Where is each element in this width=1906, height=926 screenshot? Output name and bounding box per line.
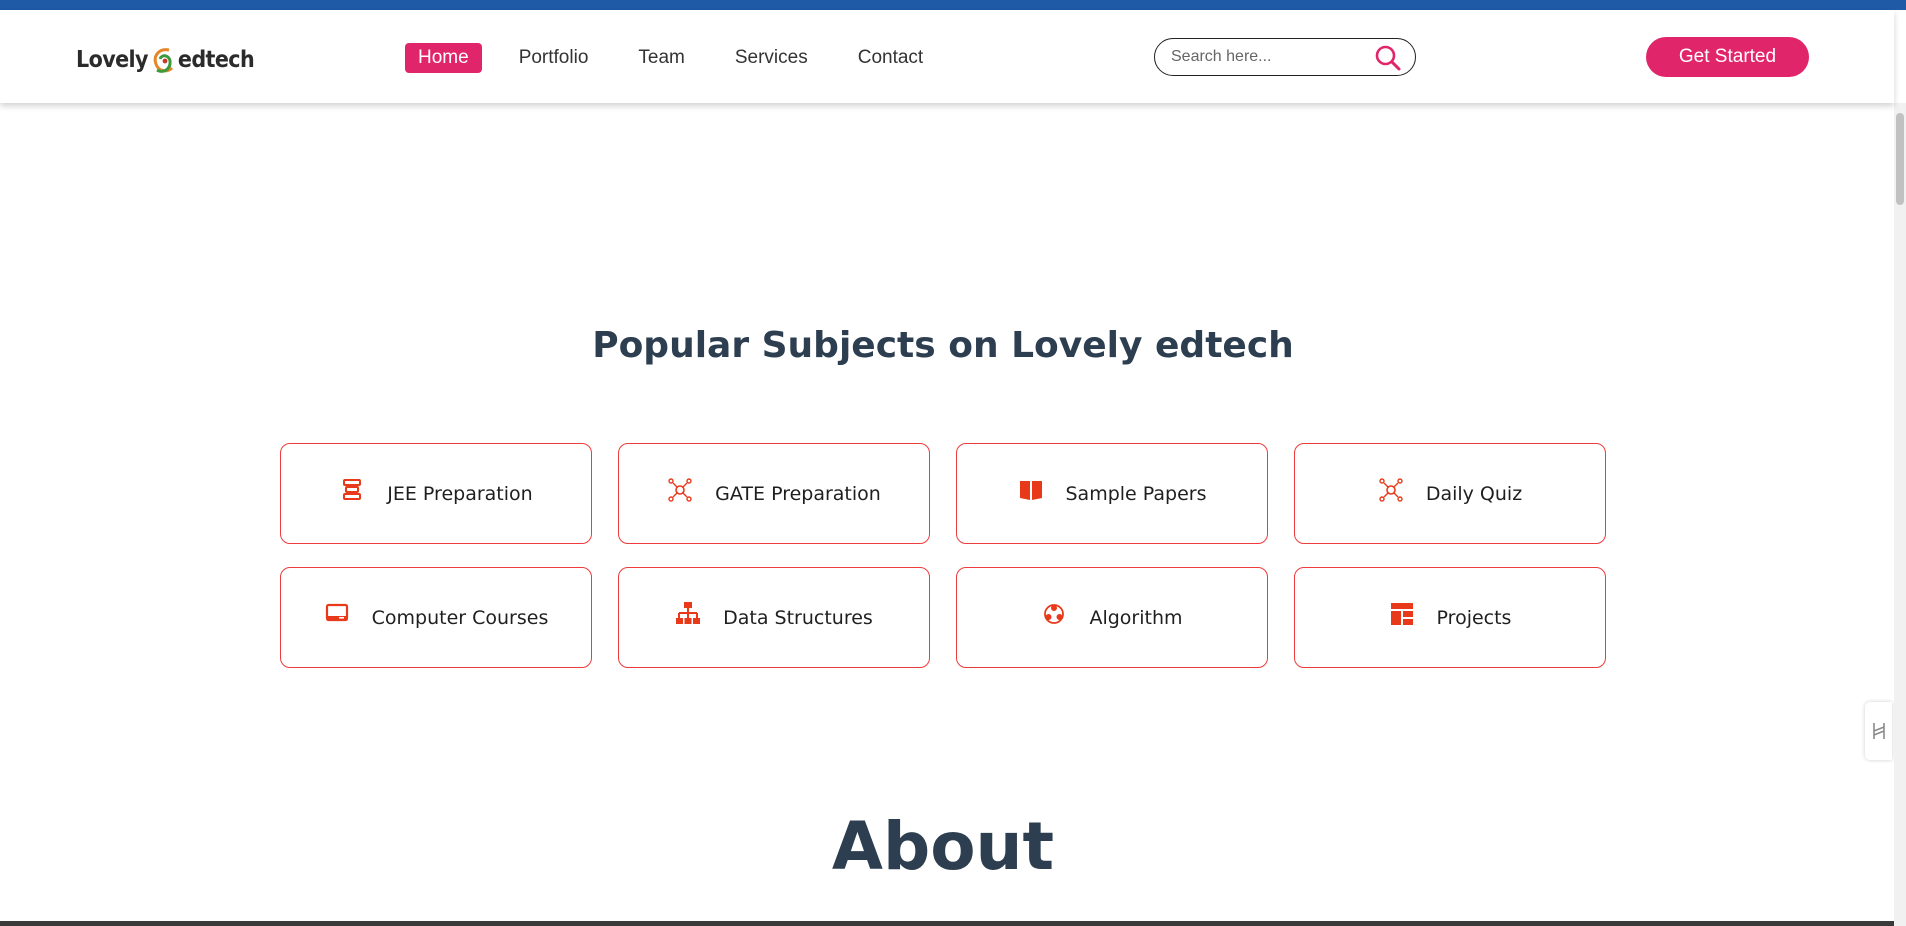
logo[interactable]: Lovely edtech (76, 40, 255, 80)
scrollbar-thumb[interactable] (1896, 113, 1904, 205)
main-nav: Home Portfolio Team Services Contact (405, 43, 973, 73)
subject-card-gate[interactable]: GATE Preparation (618, 443, 930, 544)
search-input[interactable] (1169, 47, 1373, 67)
nav-contact[interactable]: Contact (858, 43, 923, 73)
subject-card-computer-courses[interactable]: Computer Courses (280, 567, 592, 668)
subject-label: Computer Courses (371, 606, 549, 629)
site-header: Lovely edtech Home Portfolio Team Servic… (0, 10, 1894, 103)
subject-label: Daily Quiz (1425, 482, 1523, 505)
side-widget-toggle[interactable] (1865, 702, 1892, 760)
cluster-icon (1044, 603, 1065, 624)
subject-card-projects[interactable]: Projects (1294, 567, 1606, 668)
laptop-icon (325, 603, 348, 621)
sitemap-icon (676, 601, 701, 624)
nav-home[interactable]: Home (405, 43, 482, 73)
nav-services[interactable]: Services (735, 43, 808, 73)
top-accent-strip (0, 0, 1906, 10)
subject-label: Data Structures (723, 606, 873, 629)
network-icon (1379, 477, 1403, 502)
subject-label: GATE Preparation (715, 482, 881, 505)
scrollbar[interactable] (1894, 103, 1906, 926)
logo-text-left: Lovely (76, 47, 149, 73)
subject-label: Sample Papers (1065, 482, 1207, 505)
layout-icon (1390, 602, 1413, 625)
collapse-icon (1872, 723, 1885, 739)
subject-card-sample-papers[interactable]: Sample Papers (956, 443, 1268, 544)
book-icon (1019, 480, 1042, 500)
stack-icon (343, 478, 362, 500)
subject-card-data-structures[interactable]: Data Structures (618, 567, 930, 668)
nav-team[interactable]: Team (638, 43, 684, 73)
search-box (1154, 38, 1416, 76)
subject-label: Projects (1436, 606, 1512, 629)
search-icon[interactable] (1374, 44, 1402, 72)
about-title: About (831, 808, 1055, 885)
get-started-button[interactable]: Get Started (1646, 37, 1809, 77)
bottom-edge (0, 921, 1894, 926)
subject-card-algorithm[interactable]: Algorithm (956, 567, 1268, 668)
subject-label: JEE Preparation (387, 482, 533, 505)
logo-mark-icon (153, 48, 173, 73)
subject-card-daily-quiz[interactable]: Daily Quiz (1294, 443, 1606, 544)
logo-text-right: edtech (177, 47, 255, 73)
subject-card-jee[interactable]: JEE Preparation (280, 443, 592, 544)
nav-portfolio[interactable]: Portfolio (519, 43, 589, 73)
network-icon (668, 477, 692, 502)
subjects-title: Popular Subjects on Lovely edtech (592, 325, 1294, 366)
subject-label: Algorithm (1089, 606, 1183, 629)
